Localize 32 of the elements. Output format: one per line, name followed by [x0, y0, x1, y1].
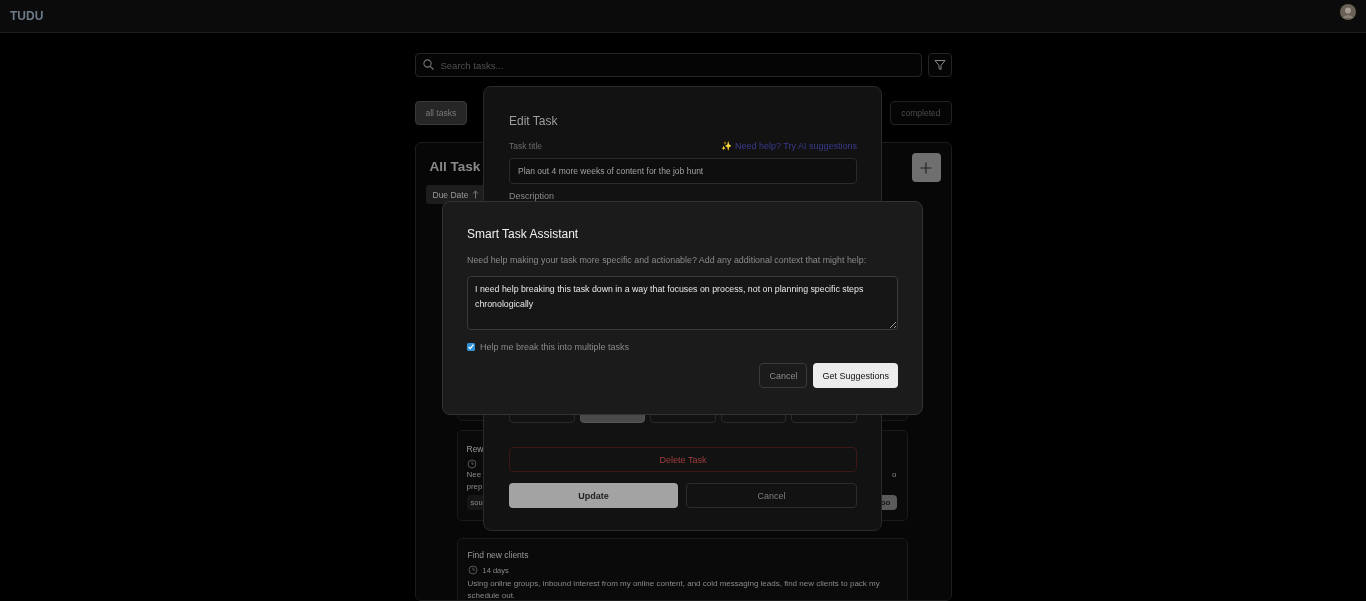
- dialog-title: Smart Task Assistant: [467, 227, 579, 242]
- field-label: Task title: [509, 140, 543, 152]
- update-button[interactable]: Update: [509, 483, 678, 508]
- avatar: [1340, 4, 1356, 20]
- get-suggestions-button[interactable]: Get Suggestions: [813, 363, 898, 388]
- app-logo: TUDU: [10, 9, 44, 23]
- add-task-button[interactable]: [911, 153, 941, 182]
- filter-tab[interactable]: all tasks: [414, 101, 468, 125]
- filter-button[interactable]: [927, 53, 952, 77]
- task-title: Find new clients: [467, 549, 529, 561]
- task-description: o: [892, 469, 897, 481]
- panel-title: All Task: [429, 159, 481, 174]
- dialog-title: Edit Task: [509, 113, 558, 129]
- search-icon: [422, 59, 434, 70]
- dialog-description: Need help making your task more specific and actionable? Add any additional context that might help:: [467, 254, 867, 266]
- task-description: Nee: [466, 469, 482, 481]
- search-field[interactable]: Search tasks...: [414, 53, 922, 77]
- filter-icon: [933, 59, 946, 71]
- cancel-button[interactable]: Cancel: [686, 483, 857, 508]
- clock-icon: [466, 459, 477, 469]
- task-description: prep: [466, 481, 483, 493]
- plus-icon: [920, 161, 932, 174]
- context-field[interactable]: I need help breaking this task down in a way that focuses on process, not on planning specific steps chronologically: [467, 276, 898, 330]
- cancel-button[interactable]: Cancel: [759, 363, 808, 388]
- field-label: Description: [509, 190, 555, 202]
- task-description: Using online groups, inbound interest from my online content, and cold messaging leads, find new clients to pack my schedule out.: [467, 578, 881, 600]
- task-title: Rew: [466, 443, 484, 455]
- checkbox-label: Help me break this into multiple tasks: [480, 342, 630, 352]
- arrow-up-icon: [472, 190, 480, 199]
- split-tasks-checkbox[interactable]: [467, 343, 475, 351]
- clock-icon: [467, 565, 478, 575]
- task-title-field[interactable]: Plan out 4 more weeks of content for the job hunt: [509, 158, 857, 184]
